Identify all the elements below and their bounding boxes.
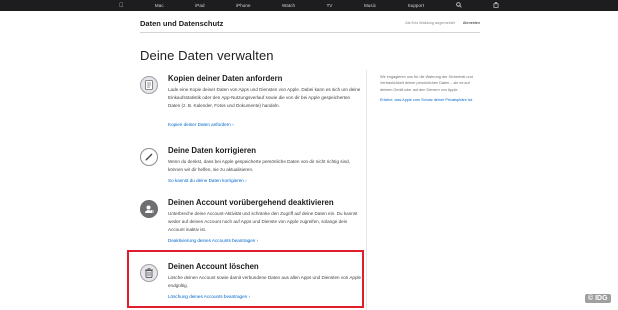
item-title: Kopien deiner Daten anfordern xyxy=(168,74,283,83)
global-nav:  Mac iPad iPhone Watch TV Music Support xyxy=(0,0,618,11)
nav-ipad[interactable]: iPad xyxy=(195,3,204,8)
nav-iphone[interactable]: iPhone xyxy=(236,3,251,8)
document-icon xyxy=(140,76,158,94)
item-description: Unterbreche deine Account-Aktivität und … xyxy=(168,211,358,232)
request-copy-link[interactable]: Kopien deiner Daten anfordern › xyxy=(168,122,234,127)
sidebar-text: Wir engagieren uns für die Wahrung der S… xyxy=(380,75,473,92)
nav-tv[interactable]: TV xyxy=(327,3,333,8)
local-nav: Daten und Datenschutz Als Kris Waldung a… xyxy=(140,14,480,33)
nav-music[interactable]: Music xyxy=(364,3,376,8)
item-description: Lade eine Kopie deiner Daten von Apps un… xyxy=(168,87,361,108)
nav-watch[interactable]: Watch xyxy=(282,3,295,8)
pencil-icon xyxy=(140,148,158,166)
correct-data-link[interactable]: So kannst du deine Daten korrigieren › xyxy=(168,178,247,183)
item-title: Deinen Account löschen xyxy=(168,262,259,271)
trash-icon xyxy=(140,264,158,282)
local-nav-title[interactable]: Daten und Datenschutz xyxy=(140,19,223,28)
search-icon[interactable] xyxy=(455,1,462,10)
privacy-link[interactable]: Erfahre, was Apple zum Schutz deiner Pri… xyxy=(380,97,478,103)
apple-logo-icon[interactable]:  xyxy=(119,3,124,9)
page-title: Deine Daten verwalten xyxy=(140,48,274,63)
deactivate-account-link[interactable]: Deaktivierung deines Accounts beantragen… xyxy=(168,238,258,243)
item-title: Deinen Account vorübergehend deaktiviere… xyxy=(168,198,334,207)
column-divider xyxy=(366,70,367,310)
signed-in-text: Als Kris Waldung angemeldet xyxy=(405,21,455,25)
item-description: Lösche deinen Account sowie damit verbun… xyxy=(168,275,362,288)
watermark: © IDG xyxy=(585,294,611,303)
bag-icon[interactable] xyxy=(493,1,499,10)
item-title: Deine Daten korrigieren xyxy=(168,146,256,155)
sidebar: Wir engagieren uns für die Wahrung der S… xyxy=(380,74,478,104)
delete-account-link[interactable]: Löschung deines Accounts beantragen › xyxy=(168,294,250,299)
user-pause-icon xyxy=(140,200,158,218)
item-description: Wenn du denkst, dass bei Apple gespeiche… xyxy=(168,159,350,172)
nav-mac[interactable]: Mac xyxy=(155,3,164,8)
sign-out-link[interactable]: Abmelden xyxy=(463,21,480,25)
nav-support[interactable]: Support xyxy=(408,3,424,8)
